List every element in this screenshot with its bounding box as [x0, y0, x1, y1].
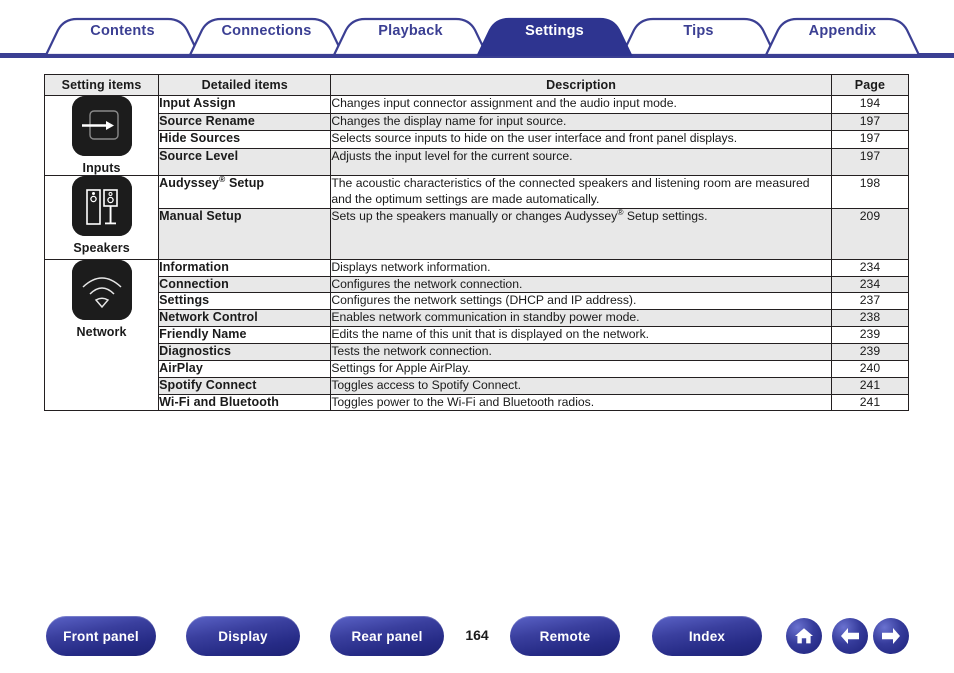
row-item: Information [158, 258, 332, 277]
row-item: Hide Sources [158, 130, 332, 149]
header-description: Description [330, 74, 832, 96]
table-row: Wi-Fi and Bluetooth Toggles power to the… [45, 393, 910, 412]
remote-button[interactable]: Remote [510, 616, 620, 656]
table-row: Diagnostics Tests the network connection… [45, 343, 910, 361]
row-item: Audyssey® Setup [158, 173, 332, 209]
row-page[interactable]: 239 [830, 343, 910, 361]
group-cell-network: Network [43, 258, 160, 412]
row-item-suffix: Setup [228, 176, 265, 190]
group-label-network: Network [76, 324, 127, 339]
row-item: Friendly Name [158, 326, 332, 345]
inputs-icon [71, 96, 132, 156]
table-row: Network Control Enables network communic… [45, 309, 910, 328]
table-row: Settings Configures the network settings… [45, 292, 910, 311]
row-description: Changes the display name for input sourc… [330, 112, 832, 132]
table-row: Spotify Connect Toggles access to Spotif… [45, 376, 910, 395]
row-description: Enables network communication in standby… [330, 309, 832, 328]
row-page[interactable]: 240 [830, 359, 910, 378]
registered-trademark-icon: ® [617, 206, 624, 217]
row-page[interactable]: 241 [830, 376, 910, 395]
row-item: Diagnostics [158, 343, 332, 361]
header-setting-items: Setting items [43, 74, 160, 96]
tab-bar: Contents Connections Playback Settings T… [0, 0, 954, 62]
row-description: The acoustic characteristics of the conn… [330, 175, 832, 209]
speakers-icon [71, 176, 132, 236]
group-label-inputs: Inputs [82, 161, 121, 175]
home-icon[interactable] [786, 618, 822, 654]
table-row: Inputs Input Assign Changes input connec… [43, 95, 910, 176]
header-page: Page [830, 74, 910, 96]
table-row: Manual Setup Sets up the speakers manual… [45, 206, 910, 260]
row-description: Toggles access to Spotify Connect. [330, 376, 832, 395]
row-page[interactable]: 197 [830, 112, 910, 132]
network-icon [71, 259, 132, 320]
page-number: 164 [465, 627, 489, 643]
row-page[interactable]: 241 [830, 393, 910, 412]
footer-navigation: Front panel Display Rear panel 164 Remot… [0, 616, 954, 660]
row-page[interactable]: 197 [830, 130, 910, 149]
row-description: Edits the name of this unit that is disp… [330, 326, 832, 345]
row-item: Input Assign [158, 95, 332, 114]
table-row: Hide Sources Selects source inputs to hi… [45, 130, 910, 149]
tab-playback[interactable]: Playback [334, 23, 487, 39]
registered-trademark-icon: ® [218, 173, 226, 184]
tab-connections[interactable]: Connections [190, 23, 343, 39]
tab-appendix[interactable]: Appendix [766, 23, 919, 39]
row-description: Configures the network connection. [330, 275, 832, 294]
row-item: Settings [158, 292, 332, 311]
table-row: Network Information Displays network inf… [43, 258, 910, 412]
row-page[interactable]: 238 [830, 309, 910, 328]
row-page[interactable]: 234 [830, 275, 910, 294]
arrow-right-icon[interactable] [873, 618, 909, 654]
tab-contents[interactable]: Contents [46, 23, 199, 39]
row-page[interactable]: 239 [830, 326, 910, 345]
row-description: Sets up the speakers manually or changes… [330, 206, 832, 260]
table-row: Source Rename Changes the display name f… [45, 112, 910, 132]
table-row: Connection Configures the network connec… [45, 275, 910, 294]
row-item: Connection [158, 275, 332, 294]
row-description: Displays network information. [330, 258, 832, 277]
header-detailed-items: Detailed items [158, 74, 332, 96]
row-description: Toggles power to the Wi-Fi and Bluetooth… [330, 393, 832, 412]
row-page[interactable]: 197 [830, 148, 910, 176]
settings-menu-table: Setting items Detailed items Description… [43, 74, 910, 412]
row-item: Spotify Connect [158, 376, 332, 395]
row-item: Manual Setup [158, 207, 332, 260]
row-item: Source Level [158, 148, 332, 176]
table-row: Speakers Audyssey® Setup The acoustic ch… [43, 173, 910, 260]
table-row: AirPlay Settings for Apple AirPlay. 240 [45, 359, 910, 378]
row-page[interactable]: 194 [830, 95, 910, 114]
arrow-left-icon[interactable] [832, 618, 868, 654]
row-page[interactable]: 209 [830, 207, 910, 260]
row-item: Wi-Fi and Bluetooth [158, 393, 332, 412]
row-description: Selects source inputs to hide on the use… [330, 130, 832, 149]
row-description: Changes input connector assignment and t… [330, 95, 832, 114]
row-item: Network Control [158, 309, 332, 328]
rear-panel-button[interactable]: Rear panel [330, 616, 444, 656]
display-button[interactable]: Display [186, 616, 300, 656]
row-description: Settings for Apple AirPlay. [330, 359, 832, 378]
row-item: AirPlay [158, 359, 332, 378]
index-button[interactable]: Index [652, 616, 762, 656]
row-page[interactable]: 237 [830, 292, 910, 311]
row-description: Tests the network connection. [330, 343, 832, 361]
tab-settings[interactable]: Settings [478, 23, 631, 39]
row-item: Source Rename [158, 112, 332, 132]
row-description: Configures the network settings (DHCP an… [330, 292, 832, 311]
group-label-speakers: Speakers [73, 241, 130, 255]
row-page[interactable]: 198 [830, 175, 910, 209]
group-cell-speakers: Speakers [43, 175, 160, 260]
row-item-text: Audyssey [159, 176, 219, 190]
row-page[interactable]: 234 [830, 258, 910, 277]
table-row: Source Level Adjusts the input level for… [45, 148, 910, 176]
row-description: Adjusts the input level for the current … [330, 148, 832, 176]
front-panel-button[interactable]: Front panel [46, 616, 156, 656]
group-cell-inputs: Inputs [43, 95, 160, 176]
tab-tips[interactable]: Tips [622, 23, 775, 39]
row-item-text: Manual Setup [159, 208, 242, 223]
table-row: Friendly Name Edits the name of this uni… [45, 326, 910, 345]
table-header-row: Setting items Detailed items Description… [43, 74, 910, 96]
